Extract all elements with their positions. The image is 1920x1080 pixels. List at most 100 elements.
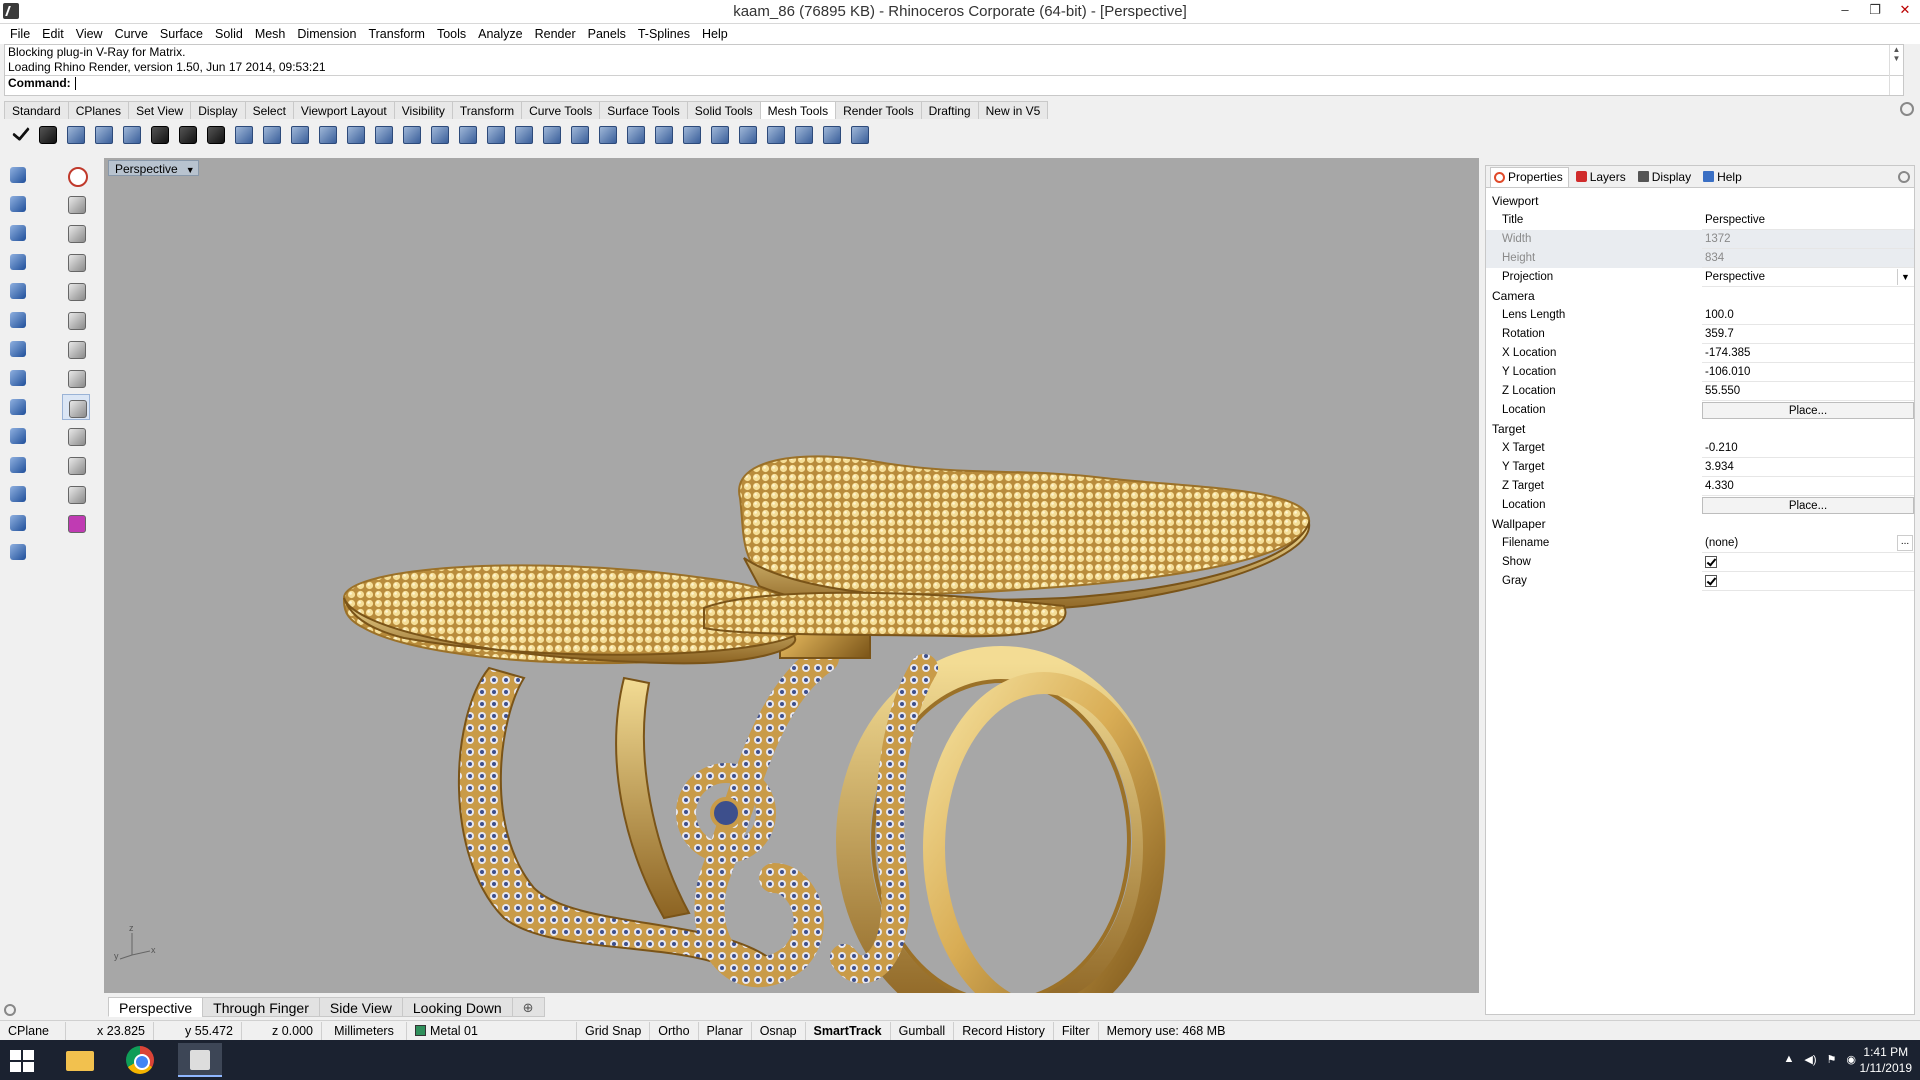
tray-up-arrow-icon[interactable]: ▲	[1784, 1053, 1795, 1066]
tab-drafting[interactable]: Drafting	[920, 101, 979, 119]
rhino-taskbar-icon[interactable]	[178, 1043, 222, 1077]
mesh-sheets-icon[interactable]	[482, 122, 508, 146]
osnap-toggle[interactable]: Osnap	[752, 1021, 806, 1040]
tab-display[interactable]: Display	[190, 101, 246, 119]
lens-tool-icon[interactable]	[62, 423, 90, 449]
tab-layers[interactable]: Layers	[1573, 167, 1631, 187]
title-field[interactable]: Perspective	[1702, 211, 1914, 230]
box-diagonal-tool-icon[interactable]	[62, 394, 90, 420]
tab-render-tools[interactable]: Render Tools	[835, 101, 922, 119]
mesh-from-nurbs-icon[interactable]	[62, 122, 88, 146]
menu-curve[interactable]: Curve	[109, 24, 154, 44]
mesh-check-icon[interactable]	[818, 122, 844, 146]
rotation-field[interactable]: 359.7	[1702, 325, 1914, 344]
cylinder-tool-icon[interactable]	[4, 278, 32, 304]
mesh-pipe-icon[interactable]	[566, 122, 592, 146]
tab-properties[interactable]: Properties	[1490, 166, 1569, 187]
chevron-down-icon[interactable]: ▼	[1897, 269, 1913, 285]
pipe-tool-icon[interactable]	[4, 452, 32, 478]
line-tool-icon[interactable]	[62, 278, 90, 304]
mesh-table-icon[interactable]	[706, 122, 732, 146]
cone-tool-icon[interactable]	[4, 307, 32, 333]
tab-surface-tools[interactable]: Surface Tools	[599, 101, 688, 119]
mesh-trim-icon[interactable]	[370, 122, 396, 146]
tab-cplanes[interactable]: CPlanes	[67, 101, 130, 119]
mesh-tool-icon[interactable]	[4, 481, 32, 507]
mesh-figure-icon[interactable]	[146, 122, 172, 146]
command-input[interactable]: Command:	[5, 75, 1903, 90]
mesh-grid-icon[interactable]	[118, 122, 144, 146]
tab-new-in-v5[interactable]: New in V5	[977, 101, 1049, 119]
hand-tool-icon[interactable]	[62, 452, 90, 478]
menu-panels[interactable]: Panels	[582, 24, 632, 44]
lens-length-field[interactable]: 100.0	[1702, 306, 1914, 325]
box-tool-icon[interactable]	[4, 249, 32, 275]
torus-tool-icon[interactable]	[4, 423, 32, 449]
flag-icon[interactable]: ⚑	[1827, 1053, 1837, 1066]
paraboloid-tool-icon[interactable]	[4, 336, 32, 362]
sidebar-options-gear-icon[interactable]	[4, 1004, 16, 1016]
tab-perspective[interactable]: Perspective	[108, 997, 204, 1017]
filter-toggle[interactable]: Filter	[1054, 1021, 1099, 1040]
sphere-tool-icon[interactable]	[4, 365, 32, 391]
plugin-tool-icon[interactable]	[62, 510, 90, 536]
x-location-field[interactable]: -174.385	[1702, 344, 1914, 363]
mesh-unweld-icon[interactable]	[650, 122, 676, 146]
menu-analyze[interactable]: Analyze	[472, 24, 528, 44]
toolbar-options-gear-icon[interactable]	[1900, 102, 1914, 116]
box-corner-tool-icon[interactable]	[62, 307, 90, 333]
menu-surface[interactable]: Surface	[154, 24, 209, 44]
mesh-figure-3-icon[interactable]	[202, 122, 228, 146]
tab-mesh-tools[interactable]: Mesh Tools	[759, 101, 837, 119]
edit-tool-icon[interactable]	[4, 510, 32, 536]
layout-tool-icon[interactable]	[4, 539, 32, 565]
menu-edit[interactable]: Edit	[36, 24, 70, 44]
axes-tool-icon[interactable]	[62, 249, 90, 275]
command-scrollbar[interactable]: ▲ ▼	[1889, 45, 1903, 95]
menu-render[interactable]: Render	[529, 24, 582, 44]
menu-view[interactable]: View	[70, 24, 109, 44]
mesh-cup-icon[interactable]	[230, 122, 256, 146]
select-tool-icon[interactable]	[4, 191, 32, 217]
tab-viewport-layout[interactable]: Viewport Layout	[292, 101, 395, 119]
mesh-weld-icon[interactable]	[622, 122, 648, 146]
mesh-split-icon[interactable]	[342, 122, 368, 146]
mesh-extract-icon[interactable]	[762, 122, 788, 146]
cplane-indicator[interactable]: CPlane	[0, 1021, 66, 1040]
taskbar-clock[interactable]: 1:41 PM 1/11/2019	[1860, 1044, 1913, 1076]
layer-indicator[interactable]: Metal 01	[407, 1021, 577, 1040]
gumball-tool-icon[interactable]	[62, 191, 90, 217]
gumball-toggle[interactable]: Gumball	[891, 1021, 955, 1040]
panel-options-gear-icon[interactable]	[1898, 170, 1910, 183]
minimize-button[interactable]: –	[1830, 0, 1860, 22]
add-viewport-tab-button[interactable]: ⊕	[511, 997, 545, 1017]
tab-looking-down[interactable]: Looking Down	[401, 997, 513, 1017]
y-target-field[interactable]: 3.934	[1702, 458, 1914, 477]
mesh-cage-icon[interactable]	[398, 122, 424, 146]
mesh-project-icon[interactable]	[594, 122, 620, 146]
mesh-intersect-icon[interactable]	[538, 122, 564, 146]
mesh-cube-icon[interactable]	[678, 122, 704, 146]
windows-start-icon[interactable]	[10, 1050, 34, 1072]
check-icon[interactable]	[6, 122, 32, 146]
menu-file[interactable]: File	[4, 24, 36, 44]
close-button[interactable]: ✕	[1890, 0, 1920, 22]
mesh-figure-2-icon[interactable]	[174, 122, 200, 146]
tab-set-view[interactable]: Set View	[128, 101, 192, 119]
tab-standard[interactable]: Standard	[4, 101, 69, 119]
menu-transform[interactable]: Transform	[362, 24, 431, 44]
mesh-numbers-icon[interactable]	[790, 122, 816, 146]
tab-help[interactable]: Help	[1700, 167, 1747, 187]
record-history-toggle[interactable]: Record History	[954, 1021, 1054, 1040]
target-place-button[interactable]: Place...	[1702, 497, 1914, 514]
projection-select[interactable]: Perspective ▼	[1702, 268, 1914, 287]
box-center-tool-icon[interactable]	[62, 365, 90, 391]
z-location-field[interactable]: 55.550	[1702, 382, 1914, 401]
box-3pt-tool-icon[interactable]	[62, 336, 90, 362]
mesh-plane-icon[interactable]	[90, 122, 116, 146]
planar-toggle[interactable]: Planar	[699, 1021, 752, 1040]
mesh-layers-icon[interactable]	[454, 122, 480, 146]
frame-tool-icon[interactable]	[62, 481, 90, 507]
menu-mesh[interactable]: Mesh	[249, 24, 292, 44]
z-target-field[interactable]: 4.330	[1702, 477, 1914, 496]
